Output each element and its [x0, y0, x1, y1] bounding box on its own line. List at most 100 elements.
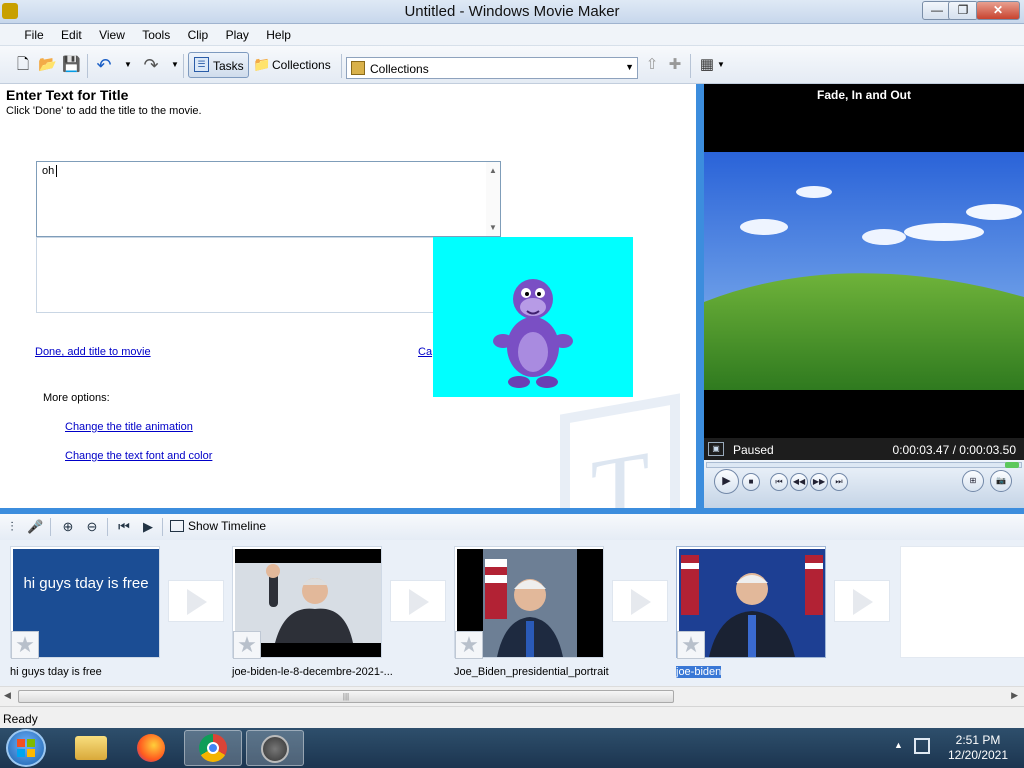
seek-slider-handle[interactable] [1005, 462, 1019, 468]
storyboard-scrollbar[interactable]: ◀ ||| ▶ [0, 686, 1024, 706]
clock-date: 12/20/2021 [947, 748, 1009, 762]
narrate-timeline-icon[interactable]: 🎤 [27, 519, 43, 535]
menu-help[interactable]: Help [259, 24, 298, 42]
scroll-down-icon[interactable]: ▼ [489, 223, 497, 232]
tasks-label: Tasks [213, 59, 244, 73]
video-effect-star-icon[interactable]: ★ [455, 631, 483, 659]
chrome-icon [199, 734, 227, 762]
taskbar-explorer[interactable] [62, 730, 120, 766]
take-picture-button[interactable]: 📷 [990, 470, 1012, 492]
scroll-right-icon[interactable]: ▶ [1011, 690, 1018, 701]
redo-dropdown-icon[interactable]: ▼ [167, 57, 183, 73]
open-project-icon[interactable]: 📂 [38, 57, 57, 73]
subtitle-text-input[interactable] [36, 237, 501, 313]
preview-title: Fade, In and Out [816, 88, 911, 102]
undo-icon[interactable]: ↶ [96, 56, 112, 74]
folder-icon [75, 736, 107, 760]
network-icon[interactable] [914, 738, 930, 754]
rewind-storyboard-icon[interactable]: ⏮ [116, 519, 132, 535]
zoom-in-icon[interactable]: ⊕ [60, 519, 76, 535]
new-project-icon[interactable]: 🗋 [15, 57, 31, 73]
start-button[interactable] [6, 729, 46, 767]
clip-label: joe-biden-le-8-decembre-2021-... [232, 666, 393, 678]
transition-slot[interactable] [612, 580, 668, 622]
pane-subheading: Click 'Done' to add the title to the mov… [6, 105, 202, 117]
title-watermark-graphic: T [560, 393, 680, 508]
bonzi-buddy-character[interactable] [433, 237, 633, 397]
menu-view[interactable]: View [92, 24, 132, 42]
storyboard-empty-slot[interactable] [900, 546, 1024, 658]
fast-forward-button[interactable]: ▶▶ [810, 473, 828, 491]
menu-file[interactable]: File [17, 24, 50, 42]
video-effect-star-icon[interactable]: ★ [233, 631, 261, 659]
play-button[interactable]: ▶ [714, 469, 739, 494]
show-timeline-button[interactable]: Show Timeline [170, 519, 266, 533]
change-title-animation-link[interactable]: Change the title animation [65, 421, 193, 433]
collections-dropdown[interactable]: Collections ▼ [346, 57, 638, 79]
taskbar-chrome[interactable] [184, 730, 242, 766]
transition-arrow-icon [631, 589, 651, 615]
windows-taskbar: ▲ 2:51 PM 12/20/2021 [0, 728, 1024, 768]
taskbar-firefox[interactable] [122, 730, 180, 766]
change-font-color-link[interactable]: Change the text font and color [65, 450, 212, 462]
save-project-icon[interactable]: 💾 [62, 57, 81, 73]
title-text-value: oh [42, 165, 55, 177]
new-collection-folder-icon[interactable]: ✚ [667, 57, 683, 73]
title-text-input[interactable]: oh ▲ ▼ [36, 161, 501, 237]
scroll-left-icon[interactable]: ◀ [4, 690, 11, 701]
previous-frame-button[interactable]: ⏮ [770, 473, 788, 491]
maximize-button[interactable]: ❐ [948, 1, 978, 20]
redo-icon[interactable]: ↷ [143, 56, 159, 74]
seek-bar[interactable] [706, 462, 1022, 468]
rewind-button[interactable]: ◀◀ [790, 473, 808, 491]
status-bar: Ready [0, 706, 1024, 728]
scroll-up-icon[interactable]: ▲ [489, 166, 497, 175]
stop-button[interactable]: ■ [742, 473, 760, 491]
clip-label-selected[interactable]: joe-biden [676, 666, 722, 678]
chevron-down-icon: ▼ [625, 62, 634, 72]
storyboard-clip-biden-speech[interactable]: ★ [676, 546, 826, 659]
collections-button[interactable]: 📁 Collections [252, 52, 336, 78]
play-storyboard-icon[interactable]: ▶ [140, 519, 156, 535]
folder-icon: 📁 [253, 56, 271, 72]
menu-clip[interactable]: Clip [181, 24, 216, 42]
done-add-title-link[interactable]: Done, add title to movie [35, 346, 151, 358]
cancel-link[interactable]: Ca [418, 346, 432, 358]
transition-slot[interactable] [834, 580, 890, 622]
zoom-out-icon[interactable]: ⊖ [84, 519, 100, 535]
set-audio-levels-icon[interactable]: ⫶ [4, 519, 20, 535]
preview-monitor: Fade, In and Out ▣ Paused 0:00:03.47 / 0… [704, 84, 1024, 508]
menu-bar: File Edit View Tools Clip Play Help [0, 24, 1024, 46]
show-hidden-icons-icon[interactable]: ▲ [894, 740, 903, 750]
vertical-splitter[interactable] [696, 84, 704, 508]
tasks-button[interactable]: ☰ Tasks [188, 52, 249, 78]
windows-logo-icon [17, 739, 35, 757]
transition-slot[interactable] [168, 580, 224, 622]
collections-label: Collections [272, 58, 331, 72]
close-button[interactable]: ✕ [976, 1, 1020, 20]
scrollbar-thumb[interactable]: ||| [18, 690, 674, 703]
video-effect-star-icon[interactable]: ★ [11, 631, 39, 659]
title-bar[interactable]: Untitled - Windows Movie Maker — ❐ ✕ [0, 0, 1024, 24]
menu-edit[interactable]: Edit [54, 24, 89, 42]
window-title: Untitled - Windows Movie Maker [404, 3, 620, 20]
menu-tools[interactable]: Tools [135, 24, 177, 42]
monitor-icon: ▣ [708, 442, 724, 456]
storyboard-clip-title[interactable]: hi guys tday is free ★ [10, 546, 160, 659]
system-clock[interactable]: 2:51 PM 12/20/2021 [938, 733, 1018, 763]
clip-label: Joe_Biden_presidential_portrait [454, 666, 609, 678]
menu-play[interactable]: Play [219, 24, 256, 42]
transition-slot[interactable] [390, 580, 446, 622]
undo-dropdown-icon[interactable]: ▼ [120, 57, 136, 73]
next-frame-button[interactable]: ⏭ [830, 473, 848, 491]
up-one-level-icon[interactable]: ⇧ [644, 57, 660, 73]
views-dropdown-icon[interactable]: ▼ [713, 57, 729, 73]
video-effect-star-icon[interactable]: ★ [677, 631, 705, 659]
storyboard-clip-biden-waving[interactable]: ★ [232, 546, 382, 659]
taskbar-movie-maker[interactable] [246, 730, 304, 766]
more-options-label: More options: [43, 392, 110, 404]
split-clip-button[interactable]: ⊞ [962, 470, 984, 492]
title-input-scrollbar[interactable]: ▲ ▼ [486, 162, 500, 236]
storyboard-clip-biden-portrait[interactable]: ★ [454, 546, 604, 659]
playback-time: 0:00:03.47 / 0:00:03.50 [892, 443, 1016, 457]
